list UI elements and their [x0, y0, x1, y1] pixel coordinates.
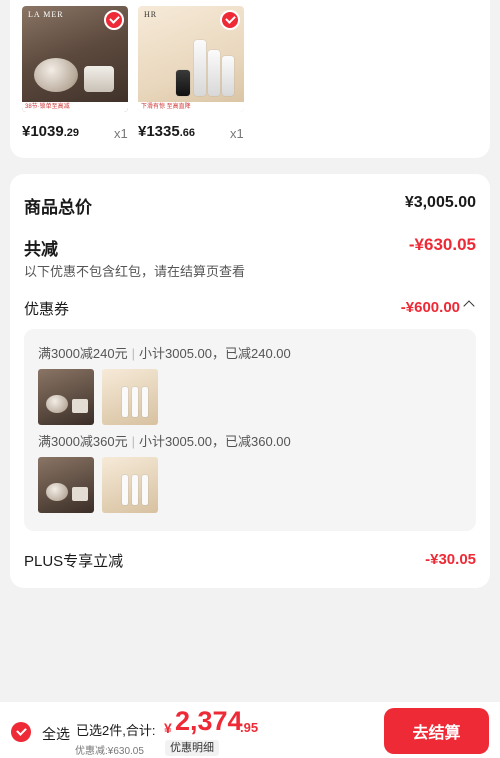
total-value: ¥3,005.00: [404, 194, 476, 211]
bottle-graphic: [176, 70, 190, 96]
promo-banner: 38节·锁单至高减: [22, 102, 128, 112]
total-currency: ¥: [164, 720, 172, 736]
product-qty: x1: [230, 126, 244, 141]
product-item-hr[interactable]: HR 下滑有惊 至高直降 ¥1335.66 x1: [138, 6, 244, 141]
select-all-label[interactable]: 全选: [42, 724, 70, 744]
plus-discount-value: -¥30.05: [425, 551, 476, 568]
discount-summary: 优惠减:¥630.05: [75, 746, 144, 757]
coupon-rule-line: 满3000减240元 | 小计3005.00，已减240.00: [38, 346, 291, 361]
cart-items-card: LA MER 38节·锁单至高减 ¥1039.29 x1 HR 下滑有惊 至高直…: [10, 0, 490, 158]
product-image-hr[interactable]: HR 下滑有惊 至高直降: [138, 6, 244, 112]
price-main: ¥1039: [22, 123, 64, 140]
product-image-lamer[interactable]: LA MER 38节·锁单至高减: [22, 6, 128, 112]
price-main: ¥1335: [138, 123, 180, 140]
coupon-product-thumb: [38, 369, 94, 425]
discount-note: 以下优惠不包含红包，请在结算页查看: [24, 264, 246, 279]
coupon-product-thumb: [102, 457, 158, 513]
select-all-checkbox[interactable]: [11, 722, 31, 742]
product-price: ¥1335.66: [138, 123, 195, 140]
discount-label: 共减: [24, 240, 58, 259]
brand-text: LA MER: [28, 10, 64, 19]
product-price: ¥1039.29: [22, 123, 79, 140]
coupon-rule: 满3000减240元: [38, 346, 128, 361]
coupon-value[interactable]: -¥600.00: [401, 299, 460, 316]
total-label: 商品总价: [24, 198, 92, 217]
compact-graphic: [84, 66, 114, 92]
bottle-graphic: [222, 56, 234, 96]
checkout-button[interactable]: 去结算: [384, 708, 489, 754]
coupon-label[interactable]: 优惠券: [24, 298, 69, 319]
coupon-product-thumb: [102, 369, 158, 425]
discount-value: -¥630.05: [408, 235, 476, 254]
coupon-detail: 小计3005.00，已减360.00: [139, 434, 291, 449]
checkout-bar: 全选 已选2件,合计: ¥ 2,374 .95 优惠减:¥630.05 优惠明细…: [0, 702, 500, 758]
selected-count: 已选2件,合计:: [76, 723, 156, 738]
caret-up-icon[interactable]: [463, 300, 475, 312]
price-decimal: .29: [63, 127, 80, 139]
coupon-detail-box: 满3000减240元 | 小计3005.00，已减240.00 满3000减360元…: [24, 329, 476, 531]
product-qty: x1: [114, 126, 128, 141]
bottle-graphic: [208, 50, 220, 96]
price-decimal: .66: [179, 127, 196, 139]
product-item-lamer[interactable]: LA MER 38节·锁单至高减 ¥1039.29 x1: [22, 6, 128, 141]
total-decimal: .95: [240, 720, 259, 735]
brand-text: HR: [144, 10, 158, 19]
bottle-graphic: [194, 40, 206, 96]
cream-jar-graphic: [34, 58, 78, 92]
coupon-rule: 满3000减360元: [38, 434, 128, 449]
item-checkbox[interactable]: [220, 10, 240, 30]
total-amount: 2,374: [175, 706, 243, 736]
price-summary-card: 商品总价 ¥3,005.00 共减 -¥630.05 以下优惠不包含红包，请在结…: [10, 174, 490, 588]
discount-detail-button[interactable]: 优惠明细: [165, 740, 219, 756]
promo-banner: 下滑有惊 至高直降: [138, 102, 244, 112]
coupon-detail: 小计3005.00，已减240.00: [139, 346, 291, 361]
coupon-product-thumb: [38, 457, 94, 513]
item-checkbox[interactable]: [104, 10, 124, 30]
coupon-rule-line: 满3000减360元 | 小计3005.00，已减360.00: [38, 434, 291, 449]
plus-discount-label: PLUS专享立减: [24, 553, 124, 570]
